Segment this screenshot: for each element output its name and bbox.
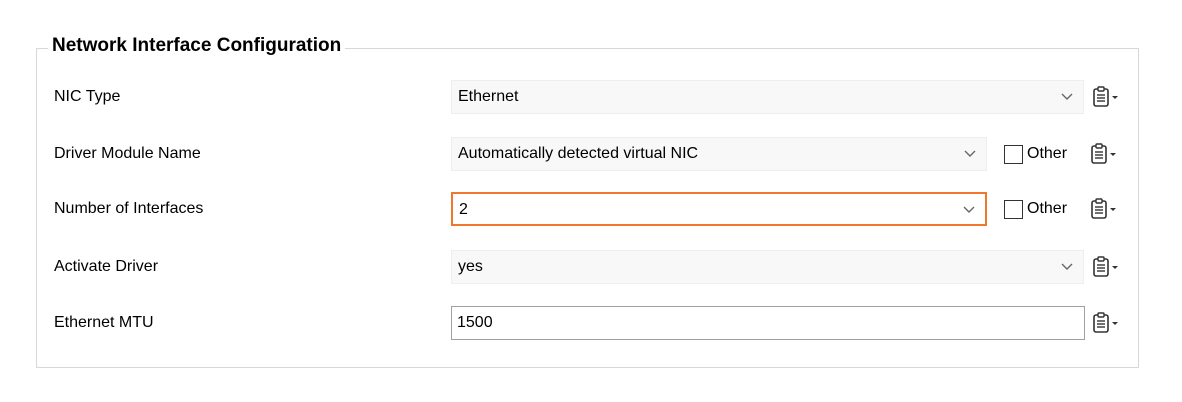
num-interfaces-label: Number of Interfaces (54, 200, 204, 217)
clipboard-menu-icon[interactable] (1090, 192, 1124, 226)
num-interfaces-other-checkbox[interactable]: Other (1004, 192, 1067, 226)
row-driver-module: Driver Module Name Automatically detecte… (0, 137, 1182, 171)
group-title: Network Interface Configuration (48, 33, 346, 59)
driver-module-value: Automatically detected virtual NIC (458, 145, 699, 162)
other-checkbox[interactable] (1004, 199, 1023, 219)
clipboard-menu-icon[interactable] (1092, 250, 1126, 284)
driver-module-select[interactable]: Automatically detected virtual NIC (451, 137, 987, 171)
chevron-down-icon[interactable] (1057, 81, 1077, 113)
other-checkbox-label: Other (1027, 200, 1068, 217)
row-ethernet-mtu: Ethernet MTU 1500 (0, 306, 1182, 340)
chevron-down-icon[interactable] (1057, 251, 1077, 283)
other-checkbox-label: Other (1027, 145, 1068, 162)
row-activate-driver: Activate Driver yes (0, 250, 1182, 284)
clipboard-menu-icon[interactable] (1090, 137, 1124, 171)
nic-type-value: Ethernet (458, 88, 519, 105)
nic-type-label: NIC Type (54, 88, 121, 105)
row-nic-type: NIC Type Ethernet (0, 80, 1182, 114)
clipboard-menu-icon[interactable] (1092, 306, 1126, 340)
activate-driver-select[interactable]: yes (451, 250, 1084, 284)
nic-type-select[interactable]: Ethernet (451, 80, 1084, 114)
chevron-down-icon[interactable] (960, 138, 980, 170)
num-interfaces-select[interactable]: 2 (451, 192, 987, 226)
ethernet-mtu-label: Ethernet MTU (54, 314, 154, 331)
clipboard-menu-icon[interactable] (1092, 80, 1126, 114)
activate-driver-value: yes (458, 258, 483, 275)
ethernet-mtu-input[interactable]: 1500 (451, 306, 1085, 340)
chevron-down-icon[interactable] (959, 194, 979, 226)
driver-module-label: Driver Module Name (54, 145, 201, 162)
ethernet-mtu-value: 1500 (457, 314, 493, 331)
activate-driver-label: Activate Driver (54, 258, 159, 275)
num-interfaces-value: 2 (459, 201, 468, 218)
other-checkbox[interactable] (1004, 144, 1023, 164)
row-num-interfaces: Number of Interfaces 2 Other (0, 192, 1182, 226)
driver-module-other-checkbox[interactable]: Other (1004, 137, 1067, 171)
